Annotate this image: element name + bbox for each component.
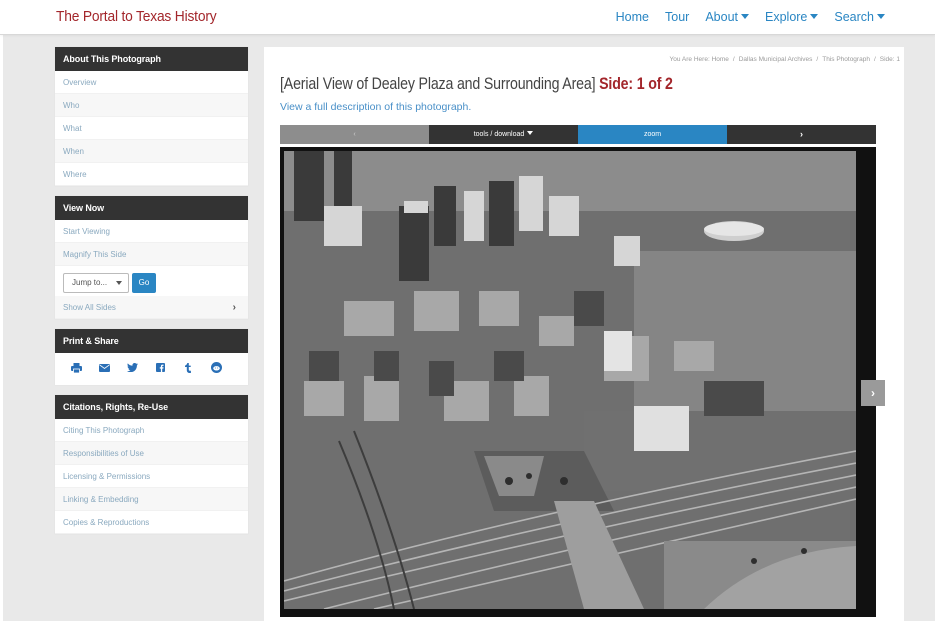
breadcrumb-home[interactable]: Home — [712, 56, 729, 63]
jump-to-select[interactable]: Jump to... — [63, 272, 129, 293]
photo-frame — [280, 147, 876, 617]
start-viewing-link[interactable]: Start Viewing — [55, 220, 248, 243]
sidebar-item-where[interactable]: Where — [55, 163, 248, 186]
breadcrumb-separator: / — [816, 56, 819, 63]
reddit-icon-glyph — [210, 362, 222, 373]
chevron-down-icon — [527, 131, 534, 135]
breadcrumb-prefix: You Are Here: — [669, 56, 710, 63]
nav-tour[interactable]: Tour — [665, 10, 689, 24]
top-navbar: The Portal to Texas History Home Tour Ab… — [0, 0, 935, 35]
sidebar-item-overview[interactable]: Overview — [55, 71, 248, 94]
view-panel-title: View Now — [55, 196, 248, 220]
magnify-side-link[interactable]: Magnify This Side — [55, 243, 248, 266]
about-panel-title: About This Photograph — [55, 47, 248, 71]
nav-search[interactable]: Search — [834, 10, 885, 24]
nav-explore-label: Explore — [765, 10, 808, 24]
side-indicator: Side: 1 of 2 — [599, 75, 673, 93]
sidebar-item-who[interactable]: Who — [55, 94, 248, 117]
share-panel-title: Print & Share — [55, 329, 248, 353]
aerial-photo-illustration — [284, 151, 856, 609]
tumblr-icon-glyph — [184, 362, 191, 373]
share-icons — [55, 353, 248, 385]
twitter-icon[interactable] — [126, 363, 138, 375]
viewer-toolbar: ‹ tools / download zoom › — [280, 125, 876, 144]
chevron-down-icon — [877, 14, 885, 19]
show-all-sides-label: Show All Sides — [63, 303, 116, 312]
citations-panel: Citations, Rights, Re-Use Citing This Ph… — [55, 395, 248, 534]
breadcrumb-separator: / — [873, 56, 876, 63]
chevron-down-icon — [810, 14, 819, 19]
nav-explore[interactable]: Explore — [765, 10, 819, 24]
nav-about[interactable]: About — [705, 10, 749, 24]
sidebar-item-citing[interactable]: Citing This Photograph — [55, 419, 248, 442]
nav-search-label: Search — [834, 10, 874, 24]
reddit-icon[interactable] — [210, 362, 222, 376]
page-title-text: [Aerial View of Dealey Plaza and Surroun… — [280, 75, 596, 93]
email-icon-glyph — [98, 363, 110, 372]
about-panel: About This Photograph Overview Who What … — [55, 47, 248, 186]
tools-download-button[interactable]: tools / download — [429, 125, 578, 144]
twitter-icon-glyph — [126, 363, 138, 373]
previous-button[interactable]: ‹ — [280, 125, 429, 144]
tumblr-icon[interactable] — [182, 362, 194, 376]
main-content: You Are Here: Home / Dallas Municipal Arch… — [264, 47, 904, 621]
next-button[interactable]: › — [727, 125, 876, 144]
page-edge — [0, 0, 3, 621]
page-title: [Aerial View of Dealey Plaza and Surroun… — [280, 75, 673, 94]
email-icon[interactable] — [98, 363, 110, 375]
nav-about-label: About — [705, 10, 738, 24]
chevron-down-icon — [116, 280, 122, 285]
sidebar-item-when[interactable]: When — [55, 140, 248, 163]
jump-row: Jump to... Go — [55, 266, 248, 296]
breadcrumb-side: Side: 1 — [879, 56, 900, 63]
chevron-right-icon: › — [232, 302, 236, 313]
aerial-photograph[interactable] — [284, 151, 856, 609]
sidebar-item-copies[interactable]: Copies & Reproductions — [55, 511, 248, 534]
facebook-icon[interactable] — [154, 363, 166, 375]
share-panel: Print & Share — [55, 329, 248, 385]
jump-to-value: Jump to... — [72, 277, 108, 287]
sidebar-item-linking[interactable]: Linking & Embedding — [55, 488, 248, 511]
zoom-button[interactable]: zoom — [578, 125, 727, 144]
next-side-arrow[interactable]: › — [861, 380, 885, 406]
sidebar: About This Photograph Overview Who What … — [55, 47, 248, 544]
citations-panel-title: Citations, Rights, Re-Use — [55, 395, 248, 419]
sidebar-item-what[interactable]: What — [55, 117, 248, 140]
nav-home[interactable]: Home — [616, 10, 649, 24]
breadcrumb-archives[interactable]: Dallas Municipal Archives — [739, 56, 813, 63]
sidebar-item-responsibilities[interactable]: Responsibilities of Use — [55, 442, 248, 465]
breadcrumb-photo[interactable]: This Photograph — [822, 56, 870, 63]
view-panel: View Now Start Viewing Magnify This Side… — [55, 196, 248, 319]
show-all-sides-link[interactable]: Show All Sides › — [55, 296, 248, 319]
tools-download-label: tools / download — [473, 131, 525, 138]
sidebar-item-licensing[interactable]: Licensing & Permissions — [55, 465, 248, 488]
chevron-down-icon — [741, 14, 749, 19]
facebook-icon-glyph — [155, 363, 165, 372]
breadcrumb-separator: / — [732, 56, 735, 63]
breadcrumb: You Are Here: Home / Dallas Municipal Arch… — [670, 56, 900, 63]
print-icon[interactable] — [70, 362, 82, 376]
main-nav: Home Tour About Explore Search — [616, 10, 885, 24]
go-button[interactable]: Go — [132, 272, 156, 293]
full-description-link[interactable]: View a full description of this photogra… — [280, 101, 471, 113]
print-icon-glyph — [70, 362, 82, 373]
site-brand-link[interactable]: The Portal to Texas History — [56, 8, 217, 25]
